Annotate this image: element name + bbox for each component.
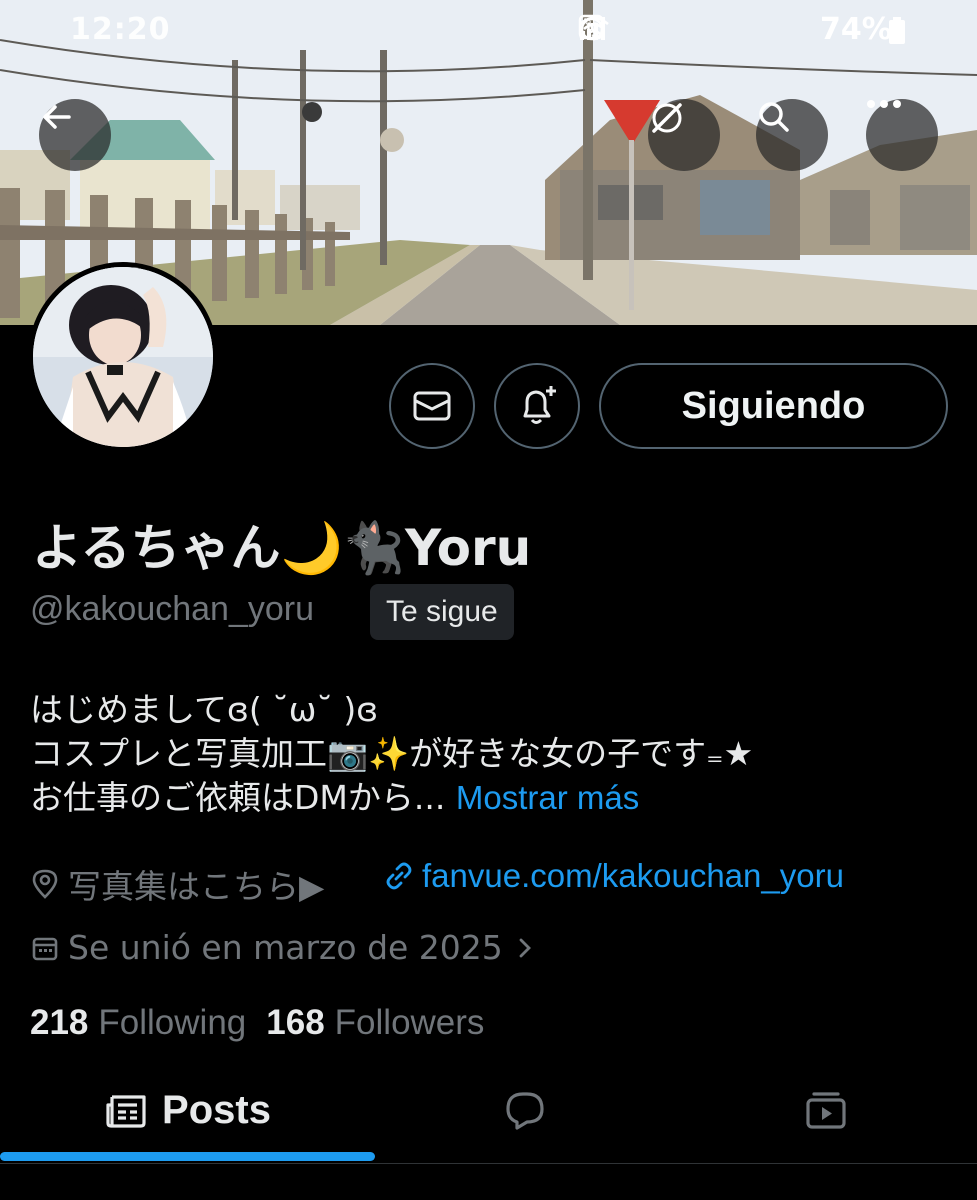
followers-label: Followers: [334, 1003, 485, 1042]
show-more-link[interactable]: Mostrar más: [456, 779, 639, 816]
bell-plus-icon: [523, 386, 556, 424]
profile-bio: はじめましてɞ( ˘ω˘ )ɞ コスプレと写真加工📷✨が好きな女の子です₌★ お…: [30, 688, 950, 820]
search-icon: [759, 102, 789, 132]
bio-line: はじめましてɞ( ˘ω˘ )ɞ: [30, 690, 379, 729]
following-label: Following: [98, 1003, 247, 1042]
location-text: 写真集はこちら▶: [68, 867, 325, 906]
mail-icon: [413, 391, 451, 421]
profile-tabs: Posts: [0, 1060, 977, 1164]
message-button[interactable]: [389, 363, 475, 449]
grok-icon: [652, 103, 682, 133]
avatar[interactable]: [28, 262, 218, 452]
follow-stats: 218 Following 168 Followers: [30, 1003, 484, 1043]
signal-icon: [580, 14, 784, 44]
volte-icon: Vo)4G: [579, 14, 740, 44]
alarm-icon: [580, 14, 652, 44]
back-button[interactable]: [39, 99, 111, 171]
media-icon: [806, 1092, 846, 1129]
display-name: よるちゃん🌙🐈‍⬛Yoru: [32, 519, 532, 577]
follows-you-badge: Te sigue: [370, 584, 514, 640]
avatar-image: [33, 267, 213, 447]
posts-icon: [106, 1095, 146, 1128]
link-icon: [386, 862, 412, 890]
tab-posts-label: Posts: [162, 1087, 271, 1132]
status-bar: 12:20 N Vo)4G 74%: [0, 0, 977, 60]
tab-active-indicator: [0, 1152, 375, 1161]
search-button[interactable]: [756, 99, 828, 171]
chevron-right-icon: [519, 938, 531, 957]
battery-percent: 74%: [820, 12, 892, 47]
status-icons: N Vo)4G: [578, 14, 784, 44]
following-stat[interactable]: 218 Following: [30, 1003, 246, 1043]
following-count: 218: [30, 1003, 89, 1042]
tab-media[interactable]: [675, 1060, 977, 1160]
bio-line: コスプレと写真加工📷✨が好きな女の子です₌★: [30, 734, 754, 773]
reply-icon: [506, 1092, 544, 1130]
website-row[interactable]: fanvue.com/kakouchan_yoru: [384, 857, 844, 895]
more-button[interactable]: [866, 99, 938, 171]
arrow-left-icon: [43, 105, 71, 129]
notifications-button[interactable]: [494, 363, 580, 449]
location-row: 写真集はこちら▶: [30, 860, 324, 908]
location-pin-icon: [32, 869, 58, 899]
grok-button[interactable]: [648, 99, 720, 171]
bio-line: お仕事のご依頼はDMから...: [30, 778, 446, 817]
calendar-icon: [32, 937, 58, 960]
tab-posts[interactable]: Posts: [0, 1060, 375, 1160]
followers-count: 168: [266, 1003, 325, 1042]
wifi-icon: [579, 14, 696, 44]
joined-date: Se unió en marzo de 2025: [68, 928, 503, 967]
tab-replies[interactable]: [375, 1060, 675, 1160]
more-icon: [867, 100, 901, 108]
followers-stat[interactable]: 168 Followers: [266, 1003, 484, 1043]
website-link[interactable]: fanvue.com/kakouchan_yoru: [422, 857, 844, 895]
joined-row[interactable]: Se unió en marzo de 2025: [30, 928, 547, 967]
following-button[interactable]: Siguiendo: [599, 363, 948, 449]
status-time: 12:20: [70, 12, 171, 47]
username-handle: @kakouchan_yoru: [30, 590, 315, 628]
bio-line-last: お仕事のご依頼はDMから... Mostrar más: [30, 776, 950, 820]
